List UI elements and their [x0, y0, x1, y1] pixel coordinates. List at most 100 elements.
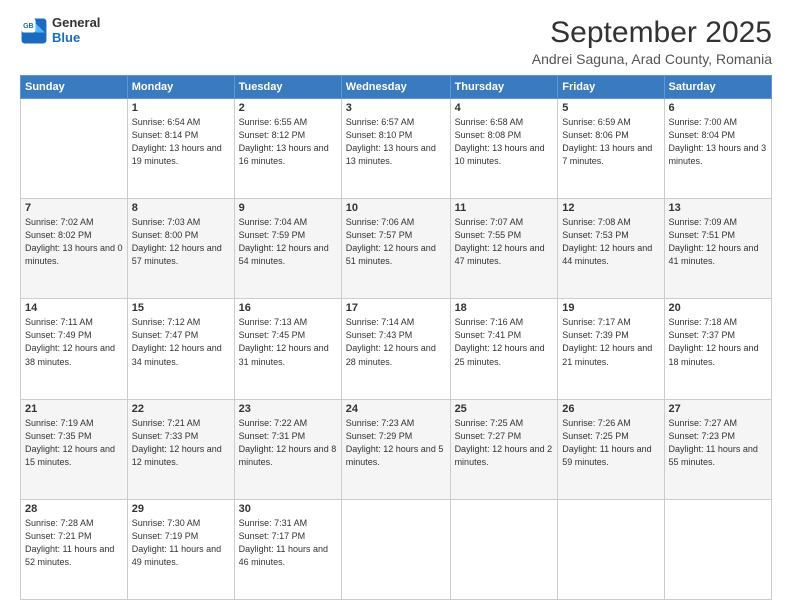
day-number: 19 [562, 302, 659, 314]
day-info: Sunrise: 7:22 AMSunset: 7:31 PMDaylight:… [239, 417, 337, 469]
day-info: Sunrise: 6:57 AMSunset: 8:10 PMDaylight:… [346, 116, 446, 168]
page: GB General Blue September 2025 Andrei Sa… [0, 0, 792, 612]
calendar-cell [558, 499, 664, 599]
day-info: Sunrise: 7:11 AMSunset: 7:49 PMDaylight:… [25, 316, 123, 368]
calendar-cell: 11 Sunrise: 7:07 AMSunset: 7:55 PMDayligh… [450, 199, 558, 299]
day-info: Sunrise: 7:12 AMSunset: 7:47 PMDaylight:… [132, 316, 230, 368]
logo-icon: GB [20, 17, 48, 45]
calendar-cell: 8Sunrise: 7:03 AMSunset: 8:00 PMDaylight… [127, 199, 234, 299]
day-number: 18 [455, 302, 554, 314]
calendar-cell: 26Sunrise: 7:26 AMSunset: 7:25 PMDayligh… [558, 399, 664, 499]
calendar-cell: 14 Sunrise: 7:11 AMSunset: 7:49 PMDayligh… [21, 299, 128, 399]
day-number: 9 [239, 202, 337, 214]
calendar-cell: 28 Sunrise: 7:28 AMSunset: 7:21 PMDayligh… [21, 499, 128, 599]
day-info: Sunrise: 7:13 AMSunset: 7:45 PMDaylight:… [239, 316, 337, 368]
day-info: Sunrise: 7:26 AMSunset: 7:25 PMDaylight:… [562, 417, 659, 469]
day-number: 28 [25, 503, 123, 515]
day-number: 23 [239, 403, 337, 415]
calendar-cell: 9 Sunrise: 7:04 AMSunset: 7:59 PMDaylight… [234, 199, 341, 299]
day-info: Sunrise: 7:27 AMSunset: 7:23 PMDaylight:… [669, 417, 767, 469]
calendar-cell [341, 499, 450, 599]
day-number: 29 [132, 503, 230, 515]
day-number: 1 [132, 102, 230, 114]
day-info: Sunrise: 7:19 AMSunset: 7:35 PMDaylight:… [25, 417, 123, 469]
day-info: Sunrise: 7:09 AMSunset: 7:51 PMDaylight:… [669, 216, 767, 268]
calendar-cell: 7Sunrise: 7:02 AMSunset: 8:02 PMDaylight… [21, 199, 128, 299]
calendar-week-row: 28 Sunrise: 7:28 AMSunset: 7:21 PMDayligh… [21, 499, 772, 599]
day-info: Sunrise: 7:31 AMSunset: 7:17 PMDaylight:… [239, 517, 337, 569]
day-info: Sunrise: 7:28 AMSunset: 7:21 PMDaylight:… [25, 517, 123, 569]
calendar-day-header: Monday [127, 76, 234, 99]
subtitle: Andrei Saguna, Arad County, Romania [532, 51, 772, 67]
calendar-cell: 12Sunrise: 7:08 AMSunset: 7:53 PMDayligh… [558, 199, 664, 299]
day-number: 30 [239, 503, 337, 515]
calendar-week-row: 21 Sunrise: 7:19 AMSunset: 7:35 PMDayligh… [21, 399, 772, 499]
day-info: Sunrise: 7:21 AMSunset: 7:33 PMDaylight:… [132, 417, 230, 469]
calendar-day-header: Thursday [450, 76, 558, 99]
day-number: 16 [239, 302, 337, 314]
calendar-cell: 6 Sunrise: 7:00 AMSunset: 8:04 PMDaylight… [664, 99, 771, 199]
day-number: 25 [455, 403, 554, 415]
calendar-cell: 18 Sunrise: 7:16 AMSunset: 7:41 PMDayligh… [450, 299, 558, 399]
day-number: 22 [132, 403, 230, 415]
calendar-cell: 20 Sunrise: 7:18 AMSunset: 7:37 PMDayligh… [664, 299, 771, 399]
day-info: Sunrise: 7:04 AMSunset: 7:59 PMDaylight:… [239, 216, 337, 268]
calendar-cell: 5 Sunrise: 6:59 AMSunset: 8:06 PMDaylight… [558, 99, 664, 199]
day-number: 17 [346, 302, 446, 314]
calendar-cell: 4 Sunrise: 6:58 AMSunset: 8:08 PMDaylight… [450, 99, 558, 199]
calendar-cell: 10 Sunrise: 7:06 AMSunset: 7:57 PMDayligh… [341, 199, 450, 299]
calendar-cell [664, 499, 771, 599]
day-number: 6 [669, 102, 767, 114]
day-number: 14 [25, 302, 123, 314]
day-number: 11 [455, 202, 554, 214]
calendar-cell: 23 Sunrise: 7:22 AMSunset: 7:31 PMDayligh… [234, 399, 341, 499]
calendar-cell: 27 Sunrise: 7:27 AMSunset: 7:23 PMDayligh… [664, 399, 771, 499]
day-number: 13 [669, 202, 767, 214]
day-info: Sunrise: 6:58 AMSunset: 8:08 PMDaylight:… [455, 116, 554, 168]
day-info: Sunrise: 6:54 AMSunset: 8:14 PMDaylight:… [132, 116, 230, 168]
title-block: September 2025 Andrei Saguna, Arad Count… [532, 16, 772, 67]
logo-text: General Blue [52, 16, 100, 46]
day-info: Sunrise: 6:55 AMSunset: 8:12 PMDaylight:… [239, 116, 337, 168]
calendar-cell: 19Sunrise: 7:17 AMSunset: 7:39 PMDayligh… [558, 299, 664, 399]
calendar-cell: 25Sunrise: 7:25 AMSunset: 7:27 PMDayligh… [450, 399, 558, 499]
calendar-cell: 3 Sunrise: 6:57 AMSunset: 8:10 PMDaylight… [341, 99, 450, 199]
day-info: Sunrise: 7:07 AMSunset: 7:55 PMDaylight:… [455, 216, 554, 268]
calendar-cell: 16 Sunrise: 7:13 AMSunset: 7:45 PMDayligh… [234, 299, 341, 399]
day-number: 8 [132, 202, 230, 214]
day-info: Sunrise: 7:16 AMSunset: 7:41 PMDaylight:… [455, 316, 554, 368]
calendar-week-row: 14 Sunrise: 7:11 AMSunset: 7:49 PMDayligh… [21, 299, 772, 399]
calendar-cell: 1 Sunrise: 6:54 AMSunset: 8:14 PMDaylight… [127, 99, 234, 199]
day-number: 24 [346, 403, 446, 415]
calendar-cell: 2Sunrise: 6:55 AMSunset: 8:12 PMDaylight… [234, 99, 341, 199]
day-info: Sunrise: 7:14 AMSunset: 7:43 PMDaylight:… [346, 316, 446, 368]
calendar-week-row: 7Sunrise: 7:02 AMSunset: 8:02 PMDaylight… [21, 199, 772, 299]
day-info: Sunrise: 7:00 AMSunset: 8:04 PMDaylight:… [669, 116, 767, 168]
header: GB General Blue September 2025 Andrei Sa… [20, 16, 772, 67]
day-info: Sunrise: 6:59 AMSunset: 8:06 PMDaylight:… [562, 116, 659, 168]
day-info: Sunrise: 7:06 AMSunset: 7:57 PMDaylight:… [346, 216, 446, 268]
calendar-day-header: Sunday [21, 76, 128, 99]
calendar-header-row: SundayMondayTuesdayWednesdayThursdayFrid… [21, 76, 772, 99]
day-number: 15 [132, 302, 230, 314]
day-number: 21 [25, 403, 123, 415]
calendar-cell [21, 99, 128, 199]
day-number: 3 [346, 102, 446, 114]
calendar-cell: 30 Sunrise: 7:31 AMSunset: 7:17 PMDayligh… [234, 499, 341, 599]
day-number: 20 [669, 302, 767, 314]
day-number: 4 [455, 102, 554, 114]
calendar-cell: 15 Sunrise: 7:12 AMSunset: 7:47 PMDayligh… [127, 299, 234, 399]
calendar-cell: 17 Sunrise: 7:14 AMSunset: 7:43 PMDayligh… [341, 299, 450, 399]
day-number: 12 [562, 202, 659, 214]
calendar-day-header: Wednesday [341, 76, 450, 99]
day-info: Sunrise: 7:18 AMSunset: 7:37 PMDaylight:… [669, 316, 767, 368]
day-number: 5 [562, 102, 659, 114]
calendar-cell: 22 Sunrise: 7:21 AMSunset: 7:33 PMDayligh… [127, 399, 234, 499]
calendar-day-header: Friday [558, 76, 664, 99]
day-number: 7 [25, 202, 123, 214]
day-number: 10 [346, 202, 446, 214]
calendar-cell: 21 Sunrise: 7:19 AMSunset: 7:35 PMDayligh… [21, 399, 128, 499]
day-number: 27 [669, 403, 767, 415]
calendar-week-row: 1 Sunrise: 6:54 AMSunset: 8:14 PMDaylight… [21, 99, 772, 199]
calendar-cell: 13 Sunrise: 7:09 AMSunset: 7:51 PMDayligh… [664, 199, 771, 299]
